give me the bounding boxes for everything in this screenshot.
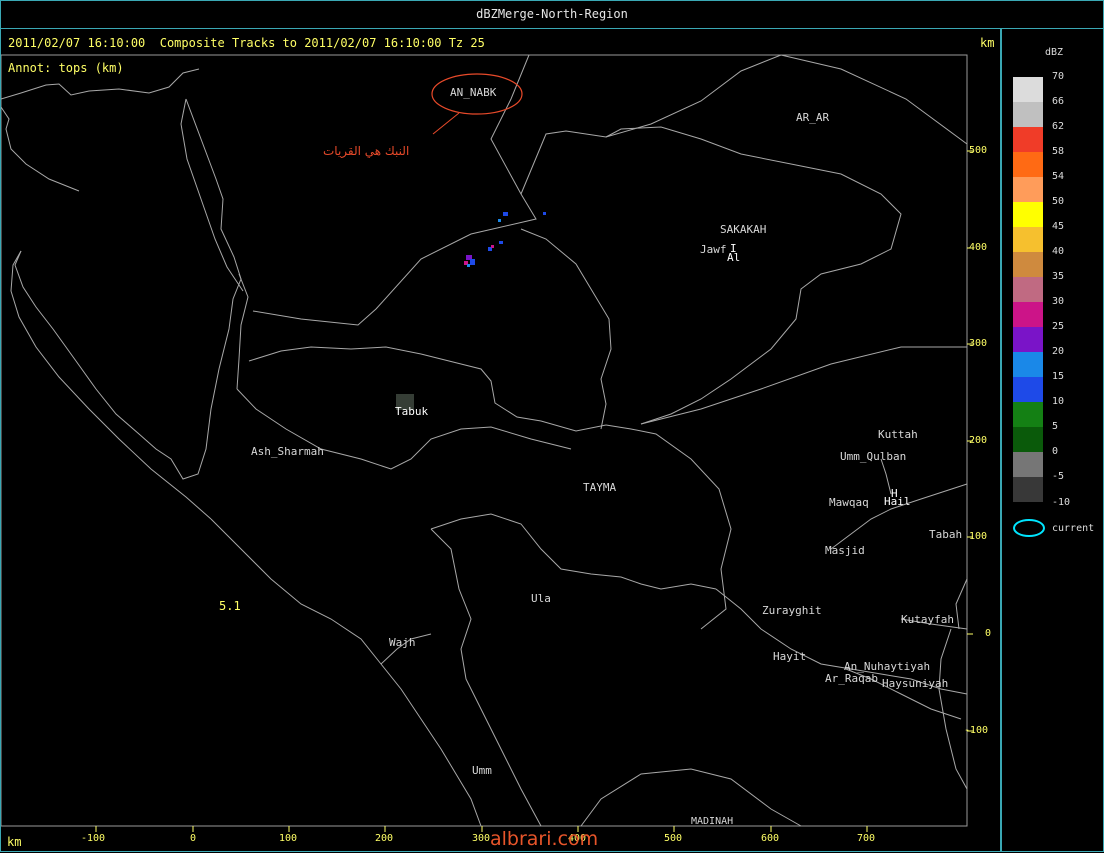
city-tabuk: Tabuk (395, 405, 429, 418)
unit-label-bottom: km (7, 835, 22, 849)
legend-value-label: 70 (1052, 71, 1065, 82)
legend-value-label: 20 (1052, 346, 1065, 357)
city-tayma: TAYMA (583, 481, 617, 494)
legend-bottom-label: -10 (1052, 497, 1071, 508)
x-tick-label: 300 (472, 833, 491, 844)
x-ticks (95, 826, 868, 832)
city-umm-qulban: Umm_Qulban (840, 450, 907, 463)
legend-swatch (1013, 202, 1043, 227)
legend-value-label: 58 (1052, 146, 1065, 157)
city-ar-raqab: Ar_Raqab (825, 672, 878, 685)
x-tick-label: -100 (81, 833, 106, 844)
window-title: dBZMerge-North-Region (476, 7, 628, 21)
y-tick-label: 0 (985, 628, 992, 639)
city-wajh: Wajh (389, 636, 416, 649)
city-jawf: Jawf (700, 243, 727, 256)
map-panel[interactable]: 2011/02/07 16:10:00 Composite Tracks to … (0, 28, 1001, 852)
unit-label-top: km (980, 36, 995, 50)
city-hayit: Hayit (773, 650, 807, 663)
annotation-arabic-note: النبك هي القريات (323, 144, 410, 158)
legend-swatch (1013, 102, 1043, 127)
city-umm: Umm (472, 764, 492, 777)
legend-value-label: 66 (1052, 96, 1065, 107)
legend-swatch (1013, 152, 1043, 177)
legend-value-label: 15 (1052, 371, 1065, 382)
city-ar-ar: AR_AR (796, 111, 830, 124)
city-ula: Ula (531, 592, 551, 605)
window-title-bar: dBZMerge-North-Region (0, 0, 1104, 29)
legend-swatch (1013, 377, 1043, 402)
legend-title: dBZ (1045, 47, 1064, 58)
legend-value-label: 0 (1052, 446, 1059, 457)
annotation-pointer (432, 112, 460, 135)
geo-boundaries (1, 54, 968, 827)
legend-swatch (1013, 177, 1043, 202)
x-tick-label: 500 (664, 833, 683, 844)
city-hail: Hail (884, 495, 911, 508)
city-masjid: Masjid (825, 544, 865, 557)
track-value-label: 5.1 (219, 599, 241, 613)
legend-swatch (1013, 277, 1043, 302)
city-mawqaq: Mawqaq (829, 496, 869, 509)
legend-swatch (1013, 127, 1043, 152)
x-tick-label: 0 (190, 833, 197, 844)
legend-value-label: 54 (1052, 171, 1065, 182)
legend-swatch (1013, 402, 1043, 427)
legend-swatch (1013, 227, 1043, 252)
legend-value-label: 30 (1052, 296, 1065, 307)
legend-swatch (1013, 452, 1043, 477)
legend-value-label: 40 (1052, 246, 1065, 257)
legend-value-label: 45 (1052, 221, 1065, 232)
current-track-icon (1013, 519, 1045, 537)
legend-value-label: 5 (1052, 421, 1059, 432)
header-timestamp: 2011/02/07 16:10:00 Composite Tracks to … (8, 36, 485, 50)
legend-swatch (1013, 477, 1043, 502)
legend-current-label: current (1052, 523, 1095, 534)
legend-swatch (1013, 302, 1043, 327)
y-tick-label: 400 (969, 242, 988, 253)
legend-swatch (1013, 352, 1043, 377)
y-tick-label: 100 (969, 531, 988, 542)
y-tick-label: -100 (964, 725, 989, 736)
y-tick-label: 300 (969, 338, 988, 349)
legend-value-label: 50 (1052, 196, 1065, 207)
map-canvas[interactable] (1, 29, 1002, 853)
legend-value-label: 25 (1052, 321, 1065, 332)
legend-value-label: 62 (1052, 121, 1065, 132)
annotation-label-an-nabk: AN_NABK (450, 86, 497, 99)
radar-echoes (396, 212, 546, 410)
city-zurayghit: Zurayghit (762, 604, 822, 617)
legend-swatch (1013, 77, 1043, 102)
x-tick-label: 200 (375, 833, 394, 844)
city-ash-sharmah: Ash_Sharmah (251, 445, 324, 458)
city-kuttah: Kuttah (878, 428, 918, 441)
legend-swatch (1013, 427, 1043, 452)
y-tick-label: 200 (969, 435, 988, 446)
city-al: Al (727, 251, 741, 264)
y-tick-label: 500 (969, 145, 988, 156)
legend-swatch (1013, 252, 1043, 277)
x-tick-label: 700 (857, 833, 876, 844)
watermark: albrari.com (490, 828, 599, 850)
city-sakakah: SAKAKAH (720, 223, 767, 236)
legend-swatch (1013, 327, 1043, 352)
city-tabah: Tabah (929, 528, 963, 541)
city-kutayfah: Kutayfah (901, 613, 954, 626)
city-haysuniyah: Haysuniyah (882, 677, 949, 690)
legend-value-label: 35 (1052, 271, 1065, 282)
x-tick-label: 100 (279, 833, 298, 844)
city-madinah: MADINAH (691, 816, 734, 827)
x-tick-label: 600 (761, 833, 780, 844)
header-annotation: Annot: tops (km) (8, 61, 124, 75)
legend-value-label: 10 (1052, 396, 1065, 407)
legend-value-label: -5 (1052, 471, 1065, 482)
